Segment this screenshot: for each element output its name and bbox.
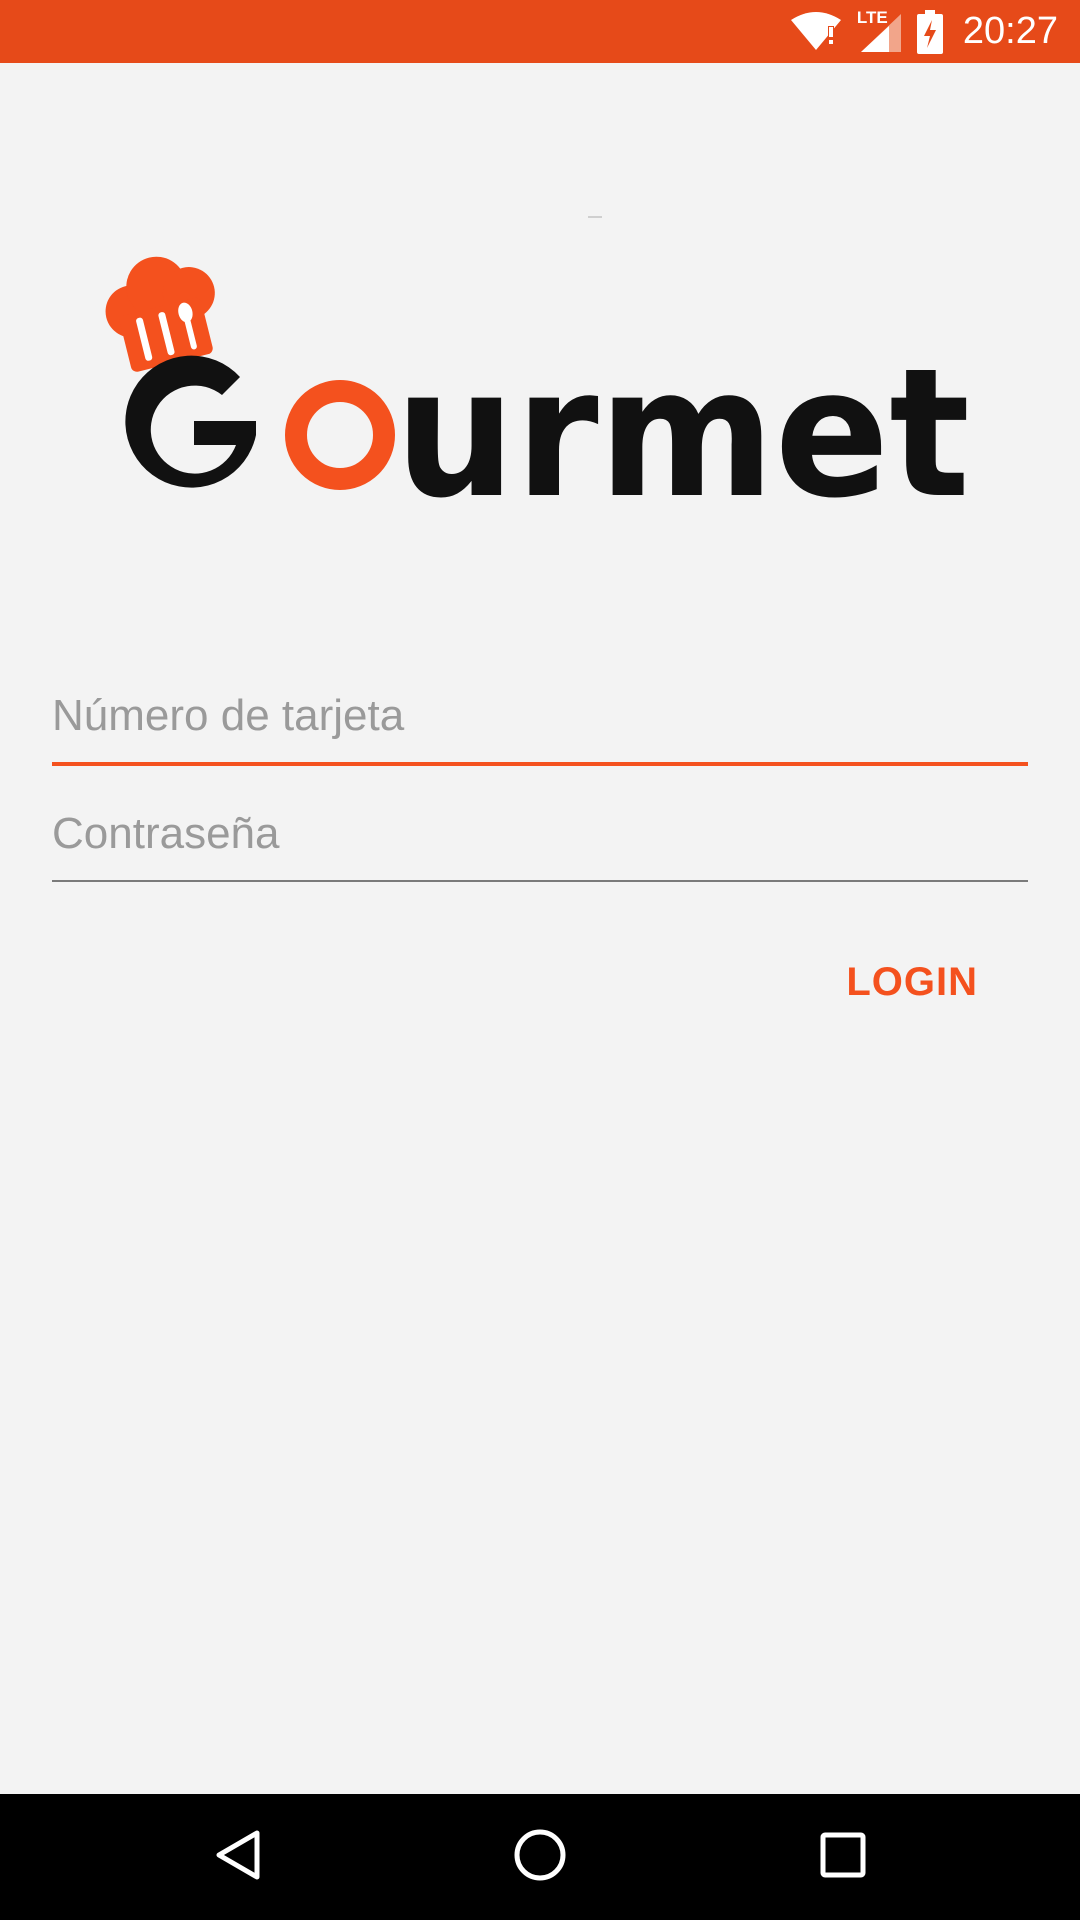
- svg-text:urmet: urmet: [395, 330, 970, 515]
- signal-icon: LTE: [856, 7, 903, 54]
- logo-text: Gourmet: [100, 515, 101, 516]
- status-time: 20:27: [962, 10, 1058, 52]
- status-bar: LTE 20:27: [0, 0, 1080, 63]
- battery-charging-icon: [916, 9, 943, 54]
- password-underline: [52, 880, 1028, 882]
- back-button[interactable]: [174, 1794, 300, 1920]
- recents-icon: [820, 1832, 866, 1883]
- wifi-icon: [789, 11, 843, 52]
- password-input[interactable]: [52, 802, 1028, 866]
- chef-hat-icon: [105, 256, 215, 372]
- gourmet-logo: urmet Gourmet: [100, 255, 980, 515]
- card-number-field: [52, 684, 1028, 766]
- card-number-underline: [52, 762, 1028, 766]
- back-icon: [213, 1829, 261, 1886]
- home-icon: [513, 1828, 567, 1887]
- status-icons: LTE 20:27: [789, 0, 1058, 63]
- navigation-bar: [0, 1794, 1080, 1920]
- network-type-label: LTE: [856, 7, 888, 27]
- login-button[interactable]: LOGIN: [824, 950, 1000, 1014]
- home-button[interactable]: [477, 1794, 603, 1920]
- recents-button[interactable]: [780, 1794, 906, 1920]
- password-field: [52, 802, 1028, 882]
- card-number-input[interactable]: [52, 684, 1028, 748]
- divider: [588, 216, 602, 218]
